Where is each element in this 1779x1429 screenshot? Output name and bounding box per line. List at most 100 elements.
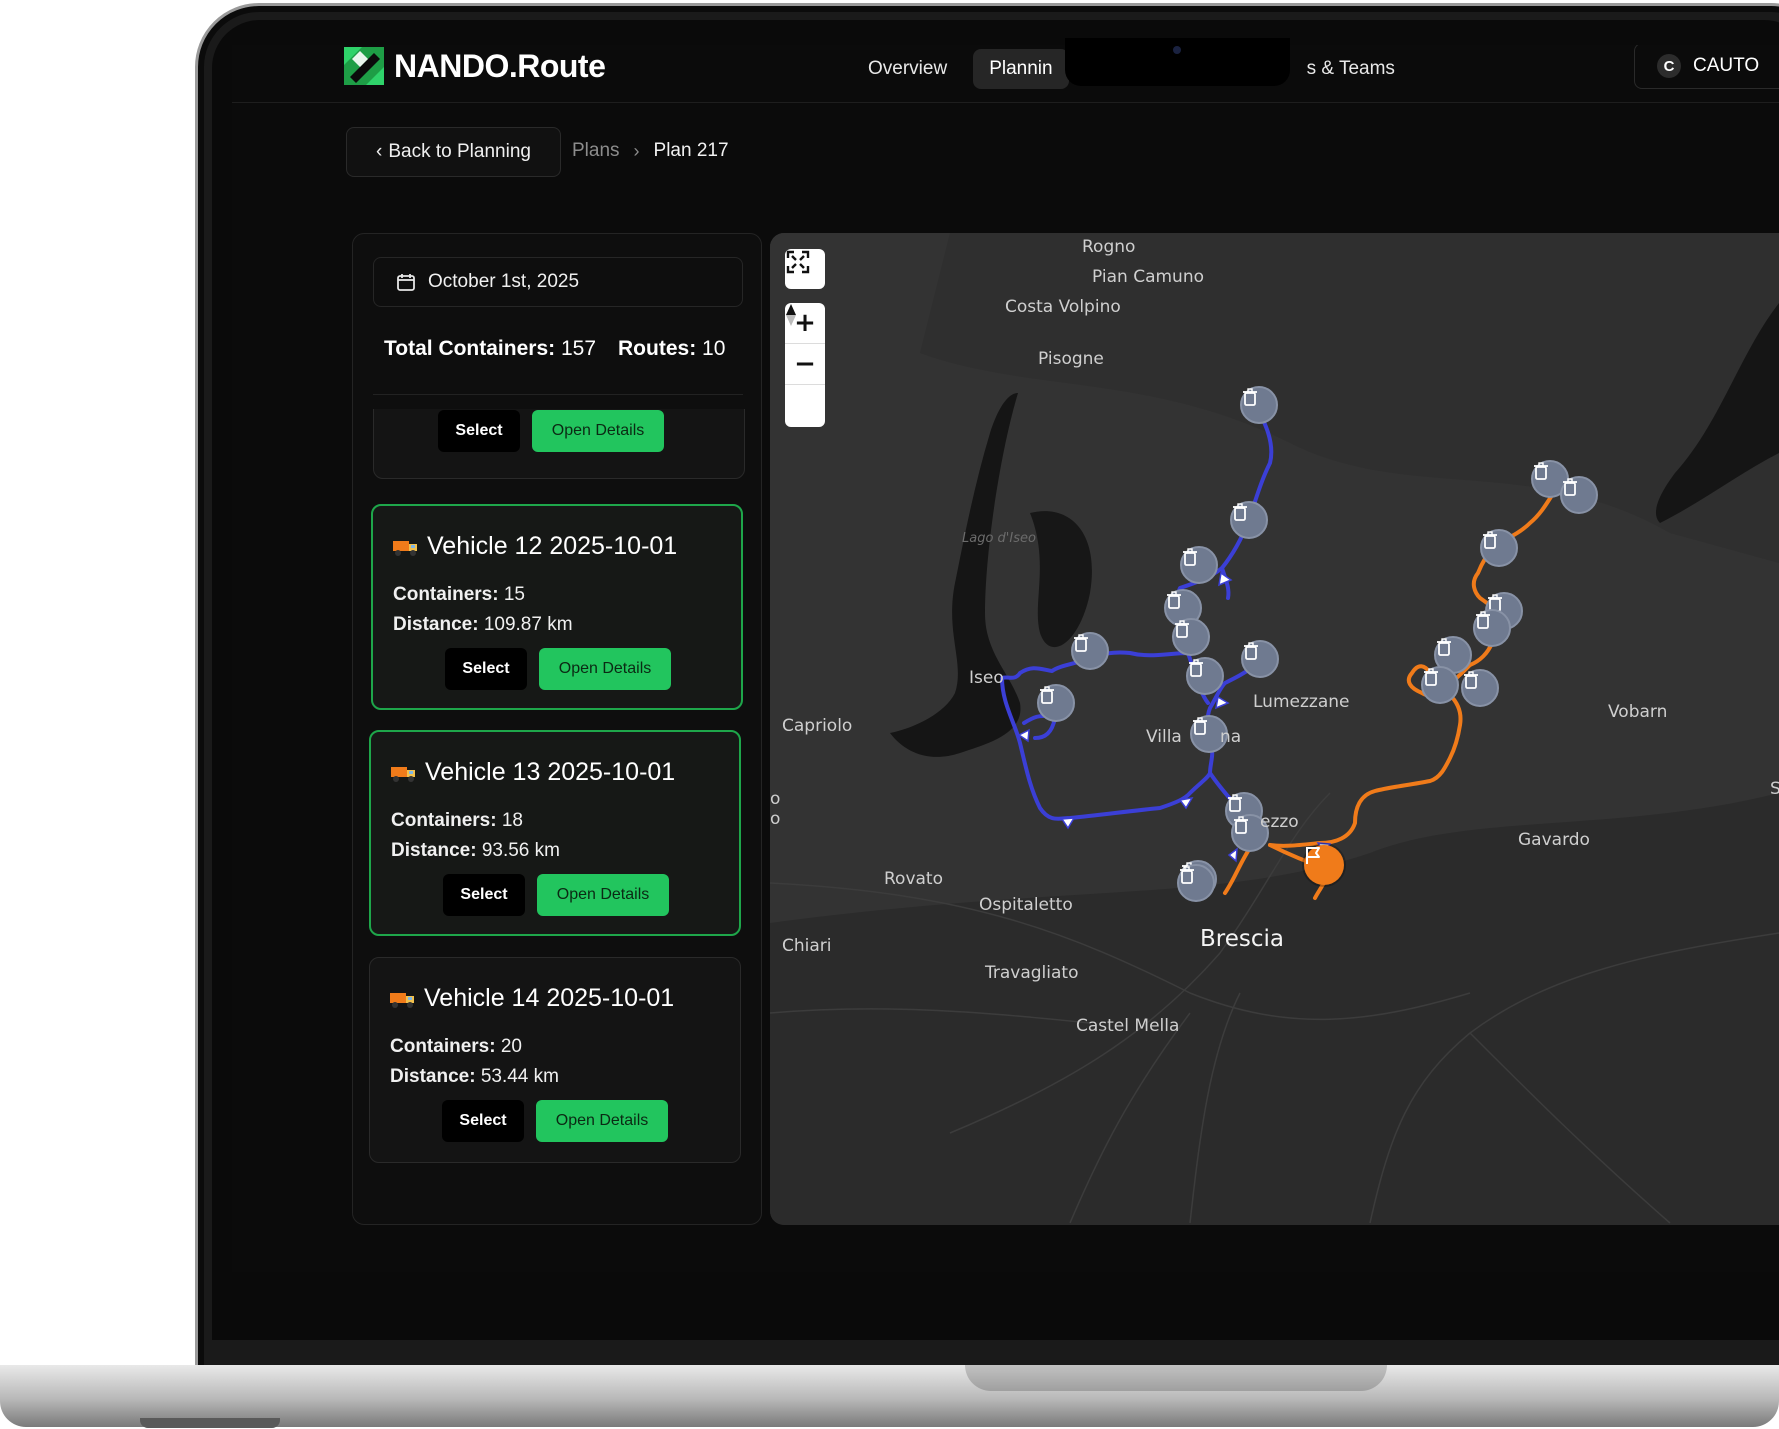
- map-label: Rovato: [884, 869, 943, 889]
- chevron-left-icon: ‹: [376, 141, 383, 162]
- nav-overview[interactable]: Overview: [852, 49, 963, 89]
- vehicle-card[interactable]: Vehicle 12 2025-10-01 Containers: 15 Dis…: [371, 504, 743, 710]
- open-details-button[interactable]: Open Details: [539, 648, 671, 690]
- trash-bin-icon: [1167, 591, 1181, 609]
- trash-bin-icon: [1534, 462, 1548, 480]
- map-label: Pisogne: [1038, 349, 1104, 369]
- vehicle-title: Vehicle 12 2025-10-01: [393, 532, 677, 561]
- map-label: S: [1770, 779, 1779, 799]
- open-details-button[interactable]: Open Details: [532, 410, 664, 452]
- plan-stats: Total Containers: 157 Routes: 10: [384, 337, 725, 361]
- route-map[interactable]: Rogno Pian Camuno Costa Volpino Pisogne …: [770, 233, 1779, 1225]
- truck-icon: [390, 992, 414, 1008]
- brand-name: NANDO.Route: [394, 47, 606, 84]
- container-stop-marker[interactable]: [1240, 386, 1278, 424]
- back-to-planning-button[interactable]: ‹ Back to Planning: [346, 127, 561, 177]
- trash-bin-icon: [1189, 659, 1203, 677]
- container-stop-marker[interactable]: [1241, 640, 1279, 678]
- top-navigation-bar: NANDO.Route Overview Plannin s & Teams C…: [232, 45, 1779, 103]
- fullscreen-icon: [786, 250, 810, 274]
- logo-mark-icon: [344, 47, 384, 85]
- container-stop-marker[interactable]: [1037, 684, 1075, 722]
- vehicle-actions: Select Open Details: [443, 874, 669, 916]
- map-label: Villa: [1146, 727, 1182, 747]
- map-label: Capriolo: [782, 716, 853, 736]
- avatar: C: [1657, 54, 1681, 78]
- user-menu[interactable]: C CAUTO: [1634, 45, 1779, 89]
- vehicle-card-partial: Select Open Details: [373, 409, 745, 479]
- map-label: Lumezzane: [1253, 692, 1350, 712]
- container-stop-marker[interactable]: [1461, 669, 1499, 707]
- map-label-city: Brescia: [1200, 926, 1284, 952]
- depot-marker[interactable]: [1304, 845, 1344, 885]
- container-stop-marker[interactable]: [1071, 632, 1109, 670]
- select-button[interactable]: Select: [438, 410, 520, 452]
- breadcrumb-current-plan: Plan 217: [653, 140, 729, 161]
- map-label: Vobarn: [1608, 702, 1668, 722]
- open-details-button[interactable]: Open Details: [536, 1100, 668, 1142]
- calendar-icon: [397, 274, 415, 291]
- vehicle-distance: Distance: 53.44 km: [390, 1066, 559, 1087]
- trash-bin-icon: [1437, 638, 1451, 656]
- breadcrumb: Plans › Plan 217: [572, 140, 729, 162]
- trash-bin-icon: [1233, 503, 1247, 521]
- truck-icon: [391, 766, 415, 782]
- container-stop-marker[interactable]: [1186, 657, 1224, 695]
- total-containers-label: Total Containers:: [384, 337, 556, 360]
- date-value: October 1st, 2025: [428, 271, 580, 292]
- routes-label: Routes:: [618, 337, 697, 360]
- routes-value: 10: [702, 337, 726, 360]
- trash-bin-icon: [1424, 668, 1438, 686]
- trash-bin-icon: [1483, 531, 1497, 549]
- total-containers-value: 157: [560, 337, 597, 360]
- select-button[interactable]: Select: [443, 874, 525, 916]
- container-stop-marker[interactable]: [1560, 476, 1598, 514]
- nav-planning[interactable]: Plannin: [973, 49, 1069, 89]
- vehicle-containers: Containers: 18: [391, 810, 523, 831]
- container-stop-marker[interactable]: [1180, 546, 1218, 584]
- vehicle-distance: Distance: 93.56 km: [391, 840, 560, 861]
- container-stop-marker[interactable]: [1177, 864, 1215, 902]
- vehicle-name: Vehicle 13 2025-10-01: [425, 758, 676, 786]
- select-button[interactable]: Select: [442, 1100, 524, 1142]
- vehicle-distance: Distance: 109.87 km: [393, 614, 573, 635]
- compass-button[interactable]: [785, 304, 825, 426]
- container-stop-marker[interactable]: [1172, 618, 1210, 656]
- fullscreen-button[interactable]: [785, 249, 825, 289]
- trash-bin-icon: [1234, 816, 1248, 834]
- trash-bin-icon: [1476, 611, 1490, 629]
- vehicle-card-list[interactable]: Select Open Details Vehicle 12 2025-10-0…: [353, 409, 761, 1224]
- vehicle-name: Vehicle 14 2025-10-01: [424, 984, 675, 1012]
- breadcrumb-plans[interactable]: Plans: [572, 140, 620, 162]
- trash-bin-icon: [1175, 620, 1189, 638]
- trash-bin-icon: [1040, 686, 1054, 704]
- back-button-label: Back to Planning: [388, 141, 531, 162]
- map-label: Iseo: [969, 668, 1004, 688]
- container-stop-marker[interactable]: [1480, 529, 1518, 567]
- container-stop-marker[interactable]: [1421, 666, 1459, 704]
- select-button[interactable]: Select: [445, 648, 527, 690]
- screen-bottom-bar: [232, 1230, 1779, 1272]
- flag-icon: [1306, 847, 1320, 864]
- vehicle-card[interactable]: Vehicle 14 2025-10-01 Containers: 20 Dis…: [369, 957, 741, 1163]
- divider: [373, 394, 743, 395]
- vehicle-containers: Containers: 15: [393, 584, 525, 605]
- map-label: Travagliato: [985, 963, 1079, 983]
- map-label: Chiari: [782, 936, 832, 956]
- open-details-button[interactable]: Open Details: [537, 874, 669, 916]
- map-label: o: [770, 789, 781, 809]
- date-picker[interactable]: October 1st, 2025: [373, 257, 743, 307]
- map-label: Lago d'Iseo: [962, 531, 1036, 546]
- container-stop-marker[interactable]: [1230, 501, 1268, 539]
- plus-icon: +: [794, 308, 816, 338]
- map-label: ezzo: [1260, 812, 1299, 832]
- compass-icon: [786, 304, 796, 326]
- vehicle-card[interactable]: Vehicle 13 2025-10-01 Containers: 18 Dis…: [369, 730, 741, 936]
- zoom-out-button[interactable]: −: [785, 344, 825, 385]
- nav-teams[interactable]: s & Teams: [1291, 49, 1411, 89]
- map-label: na: [1220, 727, 1242, 747]
- brand-logo[interactable]: NANDO.Route: [344, 47, 606, 85]
- container-stop-marker[interactable]: [1473, 609, 1511, 647]
- vehicle-actions: Select Open Details: [445, 648, 671, 690]
- trash-bin-icon: [1563, 478, 1577, 496]
